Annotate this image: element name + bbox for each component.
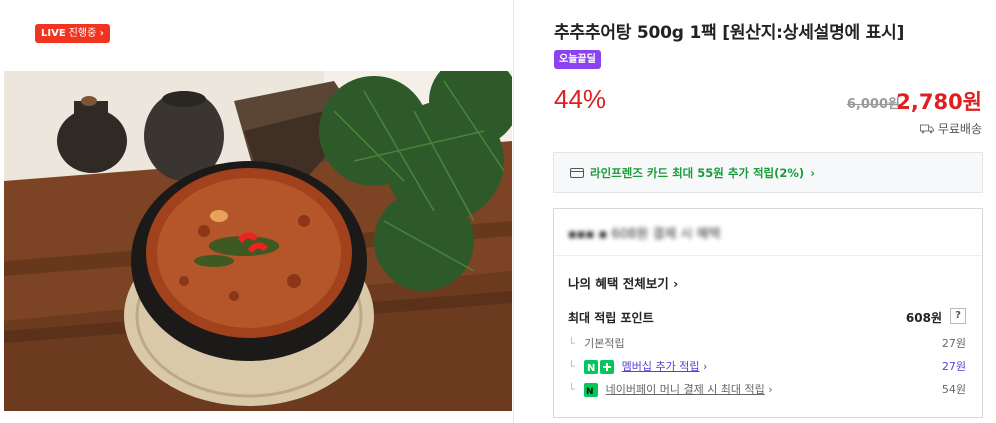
points-row-label: 네이버페이 머니 결제 시 최대 적립	[605, 383, 765, 396]
svg-text:N: N	[587, 363, 595, 374]
max-points-label: 최대 적립 포인트	[568, 311, 654, 325]
original-price: 6,000원	[846, 97, 900, 112]
live-badge[interactable]: LIVE 진행중 ›	[35, 24, 110, 43]
naver-pay-icon: N	[584, 383, 599, 397]
tree-branch-icon: └	[568, 337, 575, 350]
points-row-value: 54원	[941, 383, 966, 396]
deal-badge: 오늘끝딜	[554, 50, 601, 69]
tree-branch-icon: └	[568, 383, 575, 396]
shipping-info: 무료배송	[919, 120, 982, 137]
points-row-basic: └ 기본적립 27원	[568, 335, 966, 351]
chevron-right-icon: ›	[768, 383, 773, 396]
card-promo-banner[interactable]: 라인프렌즈 카드 최대 55원 추가 적립(2%) ›	[553, 152, 983, 193]
credit-card-icon	[570, 167, 584, 178]
card-promo-text: 라인프렌즈 카드 최대 55원 추가 적립(2%)	[590, 165, 805, 180]
chevron-right-icon: ›	[96, 28, 104, 39]
divider	[554, 255, 982, 256]
chevron-right-icon: ›	[810, 165, 815, 180]
max-points-value: 608원	[905, 311, 942, 325]
points-row-membership[interactable]: └ N 멤버십 추가 적립 › 27원	[568, 358, 966, 374]
naver-plus-icon: N	[584, 360, 615, 374]
points-row-label: 기본적립	[584, 337, 625, 350]
chevron-right-icon: ›	[673, 276, 679, 291]
shipping-label: 무료배송	[937, 122, 982, 136]
live-label: LIVE	[41, 28, 66, 39]
discount-rate: 44%	[554, 84, 607, 114]
chevron-right-icon: ›	[702, 360, 708, 373]
svg-text:N: N	[586, 387, 594, 397]
truck-icon	[919, 124, 934, 133]
live-status: 진행중	[68, 28, 97, 39]
help-icon[interactable]: ?	[950, 308, 966, 324]
sale-price: 2,780원	[896, 90, 982, 114]
points-row-value: 27원	[941, 360, 966, 373]
all-benefits-label: 나의 혜택 전체보기	[568, 276, 669, 291]
points-row-npay[interactable]: └ N 네이버페이 머니 결제 시 최대 적립 › 54원	[568, 381, 966, 397]
benefit-heading: ▪▪▪ ▪ 608원 결제 시 혜택	[568, 227, 721, 242]
max-points-row: 최대 적립 포인트 608원 ?	[568, 308, 966, 326]
tree-branch-icon: └	[568, 360, 575, 373]
product-title: 추추추어탕 500g 1팩 [원산지:상세설명에 표시]	[554, 23, 905, 43]
product-photo	[4, 71, 512, 411]
all-benefits-link[interactable]: 나의 혜택 전체보기 ›	[568, 273, 678, 292]
benefit-panel: ▪▪▪ ▪ 608원 결제 시 혜택 나의 혜택 전체보기 › 최대 적립 포인…	[553, 208, 983, 418]
points-row-label: 멤버십 추가 적립	[621, 360, 700, 373]
points-row-value: 27원	[941, 337, 966, 350]
